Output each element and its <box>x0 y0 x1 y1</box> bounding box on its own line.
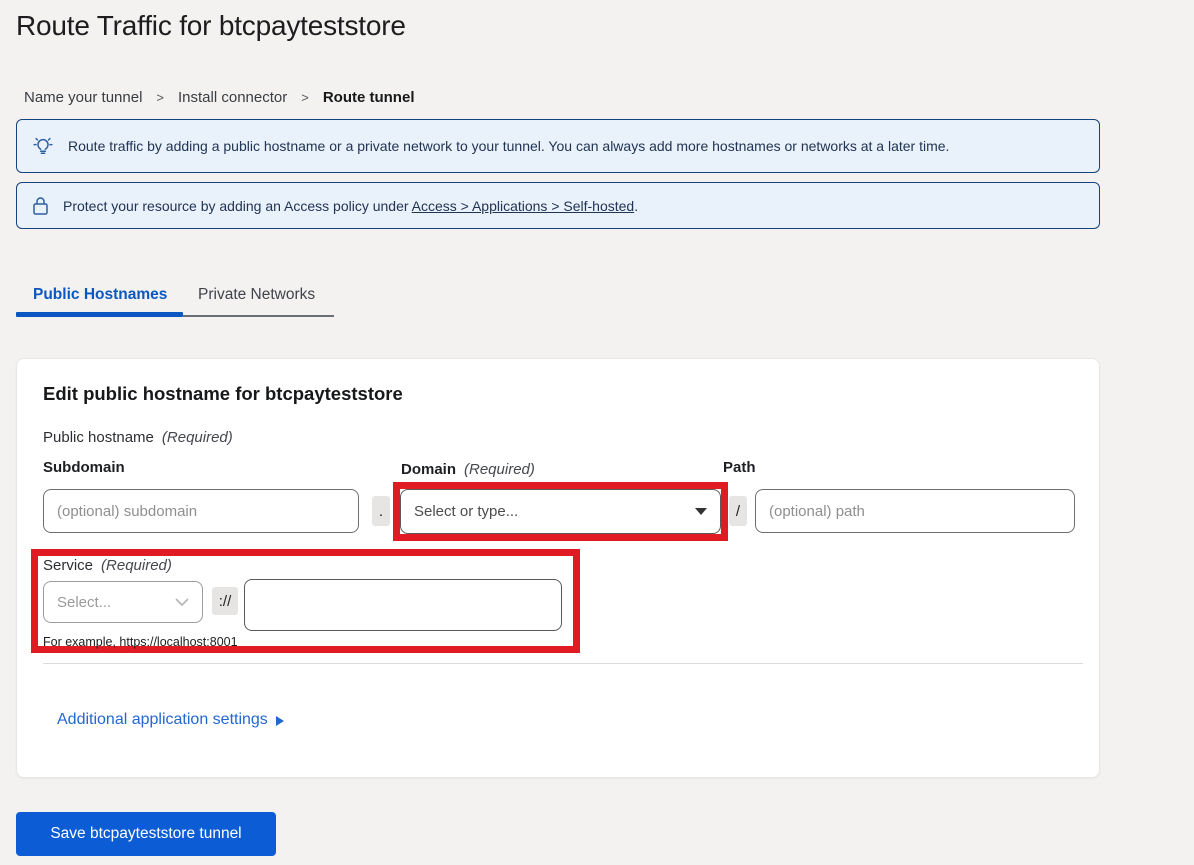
access-policy-text-before: Protect your resource by adding an Acces… <box>63 198 412 214</box>
slash-separator: / <box>729 496 747 526</box>
service-type-select-value: Select... <box>57 594 111 611</box>
public-hostname-label-text: Public hostname <box>43 429 154 446</box>
service-helper-text: For example, https://localhost:8001 <box>43 635 238 649</box>
required-label: (Required) <box>162 429 233 446</box>
domain-select[interactable]: Select or type... <box>400 489 721 534</box>
save-tunnel-button[interactable]: Save btcpayteststore tunnel <box>16 812 276 856</box>
service-type-select[interactable]: Select... <box>43 581 203 623</box>
edit-public-hostname-card: Edit public hostname for btcpayteststore… <box>16 358 1100 778</box>
active-tab-indicator <box>16 312 183 317</box>
service-label-text: Service <box>43 557 93 574</box>
breadcrumb-step-route-tunnel: Route tunnel <box>323 89 415 106</box>
breadcrumb-separator: > <box>156 90 164 105</box>
scheme-separator: :// <box>212 587 238 615</box>
tab-baseline <box>183 315 334 317</box>
access-policy-info-text: Protect your resource by adding an Acces… <box>63 198 638 214</box>
domain-label: Domain (Required) <box>401 461 535 478</box>
subdomain-label: Subdomain <box>43 459 125 476</box>
dot-separator: . <box>372 496 390 526</box>
route-traffic-info-banner: Route traffic by adding a public hostnam… <box>16 119 1100 173</box>
access-policy-info-banner: Protect your resource by adding an Acces… <box>16 182 1100 229</box>
lightbulb-icon <box>31 134 55 158</box>
chevron-down-icon <box>175 598 189 607</box>
subdomain-input[interactable] <box>43 489 359 533</box>
breadcrumb-step-install-connector[interactable]: Install connector <box>178 89 287 106</box>
expand-arrow-icon <box>276 716 284 726</box>
additional-application-settings-link[interactable]: Additional application settings <box>57 711 284 729</box>
card-divider <box>43 663 1083 664</box>
domain-select-value: Select or type... <box>414 503 518 520</box>
breadcrumb-step-name-tunnel[interactable]: Name your tunnel <box>24 89 142 106</box>
breadcrumb-separator: > <box>301 90 309 105</box>
access-applications-link[interactable]: Access > Applications > Self-hosted <box>412 198 635 214</box>
card-heading: Edit public hostname for btcpayteststore <box>43 383 403 405</box>
tab-public-hostnames[interactable]: Public Hostnames <box>33 286 167 304</box>
required-label: (Required) <box>101 557 172 574</box>
breadcrumb: Name your tunnel > Install connector > R… <box>24 89 414 106</box>
access-policy-text-after: . <box>634 198 638 214</box>
path-input[interactable] <box>755 489 1075 533</box>
required-label: (Required) <box>464 461 535 478</box>
tab-private-networks[interactable]: Private Networks <box>198 286 315 304</box>
lock-icon <box>31 195 50 216</box>
chevron-down-icon <box>695 508 707 515</box>
page-title: Route Traffic for btcpayteststore <box>16 10 406 42</box>
public-hostname-label: Public hostname (Required) <box>43 429 233 446</box>
additional-settings-label: Additional application settings <box>57 711 268 729</box>
path-label: Path <box>723 459 756 476</box>
route-traffic-info-text: Route traffic by adding a public hostnam… <box>68 138 949 154</box>
service-label: Service (Required) <box>43 557 172 574</box>
service-url-input[interactable] <box>244 579 562 631</box>
domain-label-text: Domain <box>401 461 456 478</box>
